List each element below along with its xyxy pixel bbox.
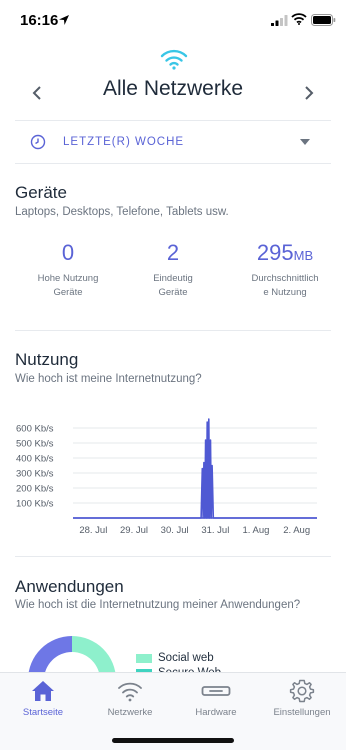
home-indicator [112,738,234,743]
y-tick-label: 200 Kb/s [16,484,54,495]
stat-value: 295MB [256,240,314,265]
apps-title: Anwendungen [15,577,124,596]
stat-label: Eindeutig Geräte [153,273,193,298]
wifi-icon [291,13,307,25]
legend-swatch [136,654,152,663]
x-tick-label: 1. Aug [243,525,270,536]
usage-title: Nutzung [15,350,79,369]
stat-high-usage-devices: 0 Hohe Nutzung Geräte [18,240,118,300]
chevron-right-icon[interactable] [302,84,316,102]
x-tick-label: 2. Aug [283,525,310,536]
devices-title: Geräte [15,183,67,202]
divider [15,330,331,331]
home-icon [32,681,54,701]
status-time: 16:16 [20,12,59,29]
tab-startseite[interactable]: Startseite [0,679,86,725]
divider [15,163,331,164]
status-bar: 16:16 [0,0,346,44]
gear-icon [289,679,315,703]
stat-label: Hohe Nutzung Geräte [37,273,99,298]
caret-down-icon [300,139,310,145]
x-tick-label: 29. Jul [120,525,148,536]
period-selector[interactable]: LETZTE(R) WOCHE [15,121,331,163]
devices-subtitle: Laptops, Desktops, Telefone, Tablets usw… [15,206,229,218]
tab-label: Netzwerke [107,707,153,718]
wifi-icon [118,682,142,702]
tab-label: Hardware [195,707,237,718]
chevron-left-icon[interactable] [30,84,44,102]
usage-chart: 100 Kb/s 200 Kb/s 300 Kb/s 400 Kb/s 500 Kb/s… [16,418,317,536]
battery-icon [311,14,336,26]
stat-label: Durchschnittlich e Nutzung [251,273,319,298]
tab-label: Einstellungen [273,707,331,718]
x-tick-label: 28. Jul [79,525,107,536]
x-tick-label: 31. Jul [201,525,229,536]
stat-value: 2 [166,240,180,265]
clock-icon [30,134,46,150]
cellular-signal-icon [271,15,288,26]
apps-subtitle: Wie hoch ist die Internetnutzung meiner … [15,599,301,611]
y-tick-label: 100 Kb/s [16,499,54,510]
wifi-logo-icon [160,49,188,70]
tab-einstellungen[interactable]: Einstellungen [259,679,345,725]
tab-netzwerke[interactable]: Netzwerke [87,679,173,725]
y-tick-label: 400 Kb/s [16,454,54,465]
period-label: LETZTE(R) WOCHE [63,136,185,148]
legend-label: Social web [158,652,214,664]
stat-average-usage: 295MB Durchschnittlich e Nutzung [235,240,335,300]
router-icon [201,686,231,696]
usage-subtitle: Wie hoch ist meine Internetnutzung? [15,373,202,385]
location-arrow-icon [59,15,69,25]
y-tick-label: 500 Kb/s [16,439,54,450]
stat-unique-devices: 2 Eindeutig Geräte [123,240,223,300]
stat-value: 0 [61,240,75,265]
network-title: Alle Netzwerke [102,77,244,100]
tab-label: Startseite [22,707,64,718]
y-tick-label: 300 Kb/s [16,469,54,480]
x-tick-label: 30. Jul [161,525,189,536]
y-tick-label: 600 Kb/s [16,424,54,435]
tab-hardware[interactable]: Hardware [173,679,259,725]
divider [15,556,331,557]
